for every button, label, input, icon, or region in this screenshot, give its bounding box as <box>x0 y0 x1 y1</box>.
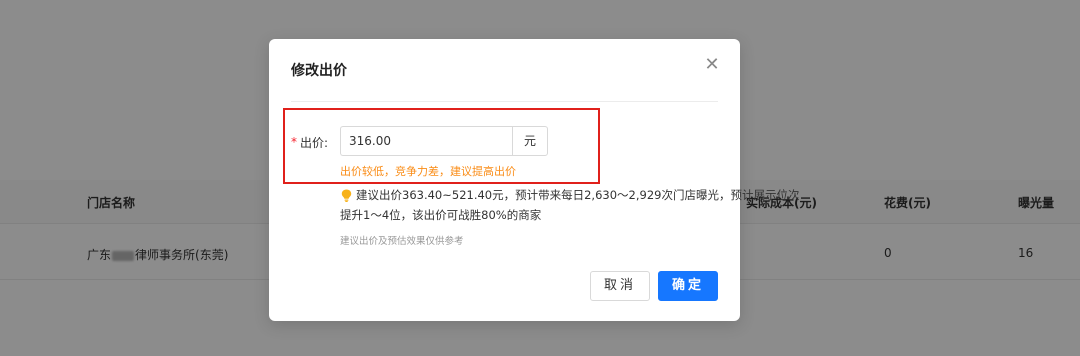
confirm-button[interactable]: 确定 <box>658 271 718 301</box>
cancel-button[interactable]: 取消 <box>590 271 650 301</box>
bid-label: 出价: <box>300 136 329 150</box>
bid-warning: 出价较低，竞争力差，建议提高出价 <box>340 165 516 178</box>
close-icon[interactable]: ✕ <box>700 54 724 78</box>
required-mark: * <box>291 135 297 149</box>
bid-unit-addon: 元 <box>512 126 548 156</box>
edit-bid-modal: 修改出价 ✕ * 出价: 316.00 元 出价较低，竞争力差，建议提高出价 建… <box>269 39 799 321</box>
modal-title: 修改出价 <box>291 63 347 79</box>
title-divider <box>291 101 718 102</box>
bid-input[interactable]: 316.00 <box>340 126 512 156</box>
suggestion-note: 建议出价及预估效果仅供参考 <box>340 236 464 247</box>
bid-input-group: 316.00 元 <box>340 126 548 156</box>
suggestion-text-line1: 建议出价363.40~521.40元，预计带来每日2,630～2,929次门店曝… <box>356 188 800 202</box>
suggestion-text-line2: 提升1～4位，该出价可战胜80%的商家 <box>340 208 542 222</box>
lightbulb-icon <box>341 189 352 202</box>
